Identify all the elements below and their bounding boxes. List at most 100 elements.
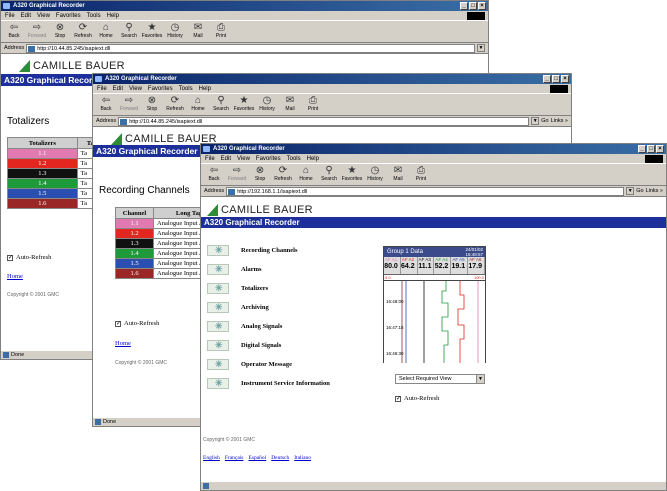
menu-link-operator-message[interactable]: Operator Message [207, 359, 292, 370]
maximize-button[interactable]: □ [647, 145, 655, 153]
mail-button[interactable]: ✉ Mail [389, 165, 407, 184]
print-button[interactable]: ⎙ Print [212, 22, 230, 41]
print-button[interactable]: ⎙ Print [304, 95, 322, 114]
menu-link-digital-signals[interactable]: Digital Signals [207, 340, 281, 351]
language-francais-link[interactable]: Français [225, 455, 244, 461]
menu-help[interactable]: Help [107, 11, 119, 20]
refresh-button[interactable]: ⟳ Refresh [166, 95, 184, 114]
home-button[interactable]: ⌂ Home [189, 95, 207, 114]
channel-id-cell[interactable]: 1.1 [7, 148, 78, 159]
history-button[interactable]: ◷ History [366, 165, 384, 184]
menu-file[interactable]: File [97, 84, 107, 93]
home-link[interactable]: Home [7, 273, 23, 280]
home-link[interactable]: Home [115, 340, 131, 347]
home-button[interactable]: ⌂ Home [97, 22, 115, 41]
channel-id-cell[interactable]: 1.2 [115, 228, 154, 239]
stop-button[interactable]: ⊗ Stop [251, 165, 269, 184]
home-button[interactable]: ⌂ Home [297, 165, 315, 184]
title-bar[interactable]: A320 Graphical Recorder _ □ × [1, 1, 488, 11]
channel-id-cell[interactable]: 1.3 [7, 168, 78, 179]
print-button[interactable]: ⎙ Print [412, 165, 430, 184]
menu-link-archiving[interactable]: Archiving [207, 302, 269, 313]
menu-edit[interactable]: Edit [113, 84, 123, 93]
menu-link-instrument-service-information[interactable]: Instrument Service Information [207, 378, 330, 389]
menu-favorites[interactable]: Favorites [256, 154, 281, 163]
links-button[interactable]: Links » [551, 118, 568, 124]
address-input[interactable]: http://10.44.85.245/isapiext.dll [118, 116, 530, 126]
language-deutsch-link[interactable]: Deutsch [271, 455, 289, 461]
menu-tools[interactable]: Tools [179, 84, 193, 93]
refresh-button[interactable]: ⟳ Refresh [74, 22, 92, 41]
history-button[interactable]: ◷ History [166, 22, 184, 41]
channel-id-cell[interactable]: 1.3 [115, 238, 154, 249]
search-button[interactable]: ⚲ Search [212, 95, 230, 114]
auto-refresh-checkbox[interactable]: ✓ Auto-Refresh [115, 320, 159, 327]
mail-button[interactable]: ✉ Mail [189, 22, 207, 41]
menu-file[interactable]: File [205, 154, 215, 163]
stop-button[interactable]: ⊗ Stop [51, 22, 69, 41]
search-button[interactable]: ⚲ Search [120, 22, 138, 41]
language-italiano-link[interactable]: Italiano [294, 455, 311, 461]
channel-id-cell[interactable]: 1.6 [115, 268, 154, 279]
menu-tools[interactable]: Tools [87, 11, 101, 20]
channel-id-cell[interactable]: 1.4 [7, 178, 78, 189]
history-button[interactable]: ◷ History [258, 95, 276, 114]
menu-link-totalizers[interactable]: Totalizers [207, 283, 268, 294]
forward-button[interactable]: ⇨ Forward [28, 22, 46, 41]
close-button[interactable]: × [478, 2, 486, 10]
minimize-button[interactable]: _ [460, 2, 468, 10]
address-input[interactable]: http://10.44.85.245/isapiext.dll [26, 43, 475, 53]
menu-view[interactable]: View [129, 84, 142, 93]
maximize-button[interactable]: □ [469, 2, 477, 10]
search-button[interactable]: ⚲ Search [320, 165, 338, 184]
links-button[interactable]: Links » [646, 188, 663, 194]
menu-link-recording-channels[interactable]: Recording Channels [207, 245, 298, 256]
menu-favorites[interactable]: Favorites [148, 84, 173, 93]
menu-edit[interactable]: Edit [21, 11, 31, 20]
menu-file[interactable]: File [5, 11, 15, 20]
minimize-button[interactable]: _ [543, 75, 551, 83]
channel-id-cell[interactable]: 1.1 [115, 218, 154, 229]
menu-favorites[interactable]: Favorites [56, 11, 81, 20]
channel-id-cell[interactable]: 1.6 [7, 198, 78, 209]
go-button[interactable]: Go [636, 188, 643, 194]
minimize-button[interactable]: _ [638, 145, 646, 153]
menu-edit[interactable]: Edit [221, 154, 231, 163]
language-english-link[interactable]: English [203, 455, 220, 461]
mail-button[interactable]: ✉ Mail [281, 95, 299, 114]
channel-id-cell[interactable]: 1.4 [115, 248, 154, 259]
channel-id-cell[interactable]: 1.2 [7, 158, 78, 169]
menu-help[interactable]: Help [307, 154, 319, 163]
menu-link-alarms[interactable]: Alarms [207, 264, 262, 275]
language-espanol-link[interactable]: Español [248, 455, 266, 461]
favorites-button[interactable]: ★ Favorites [142, 22, 163, 41]
menu-view[interactable]: View [237, 154, 250, 163]
menu-tools[interactable]: Tools [287, 154, 301, 163]
go-button[interactable]: Go [541, 118, 548, 124]
address-dropdown-button[interactable]: ▼ [531, 117, 540, 125]
back-button[interactable]: ⇦ Back [5, 22, 23, 41]
address-dropdown-button[interactable]: ▼ [626, 187, 635, 195]
channel-id-cell[interactable]: 1.5 [7, 188, 78, 199]
forward-button[interactable]: ⇨ Forward [228, 165, 246, 184]
favorites-button[interactable]: ★ Favorites [234, 95, 255, 114]
refresh-button[interactable]: ⟳ Refresh [274, 165, 292, 184]
close-button[interactable]: × [656, 145, 664, 153]
favorites-button[interactable]: ★ Favorites [342, 165, 363, 184]
auto-refresh-checkbox[interactable]: ✓ Auto-Refresh [7, 254, 51, 261]
menu-link-analog-signals[interactable]: Analog Signals [207, 321, 282, 332]
back-button[interactable]: ⇦ Back [205, 165, 223, 184]
maximize-button[interactable]: □ [552, 75, 560, 83]
menu-view[interactable]: View [37, 11, 50, 20]
menu-help[interactable]: Help [199, 84, 211, 93]
channel-id-cell[interactable]: 1.5 [115, 258, 154, 269]
close-button[interactable]: × [561, 75, 569, 83]
auto-refresh-checkbox[interactable]: ✓ Auto-Refresh [395, 395, 439, 402]
title-bar[interactable]: A320 Graphical Recorder _ □ × [201, 144, 666, 154]
back-button[interactable]: ⇦ Back [97, 95, 115, 114]
stop-button[interactable]: ⊗ Stop [143, 95, 161, 114]
title-bar[interactable]: A320 Graphical Recorder _ □ × [93, 74, 571, 84]
forward-button[interactable]: ⇨ Forward [120, 95, 138, 114]
address-dropdown-button[interactable]: ▼ [477, 44, 485, 52]
address-input[interactable]: http://192.168.1.1/isapiext.dll [226, 186, 625, 196]
